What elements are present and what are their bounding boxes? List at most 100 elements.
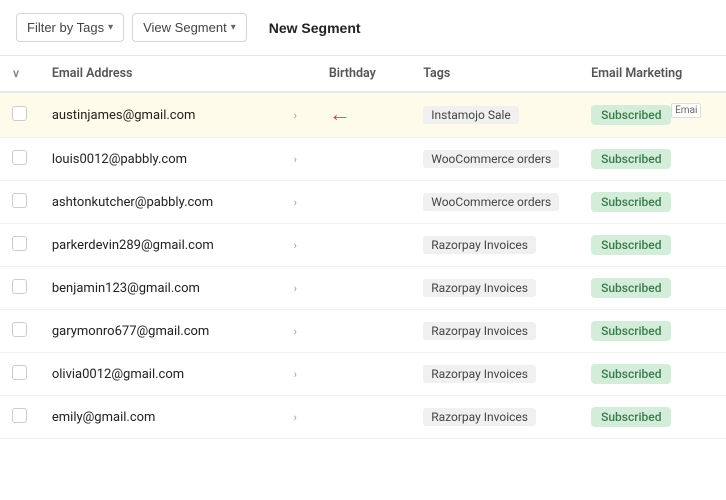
table-row: ashtonkutcher@pabbly.com› WooCommerce ord… (0, 181, 726, 224)
new-segment-label: New Segment (269, 20, 361, 36)
row-marketing: Subscribed (579, 396, 726, 439)
row-tags: Razorpay Invoices (411, 353, 579, 396)
row-checkbox[interactable] (12, 150, 27, 165)
row-birthday (317, 138, 411, 181)
tag-badge: Razorpay Invoices (423, 408, 536, 426)
table-header-row: ∨ Email Address Birthday Tags Email Mark… (0, 56, 726, 92)
header-birthday-label: Birthday (329, 66, 376, 81)
row-expand-chevron[interactable]: › (292, 310, 317, 353)
row-checkbox-cell (0, 267, 40, 310)
header-birthday[interactable]: Birthday (317, 56, 411, 92)
header-check: ∨ (0, 56, 40, 92)
header-marketing-label: Email Marketing (591, 66, 682, 81)
table-row: emily@gmail.com› Razorpay Invoices Subscri… (0, 396, 726, 439)
row-marketing: Subscribed (579, 138, 726, 181)
tag-badge: Razorpay Invoices (423, 236, 536, 254)
header-tags-label: Tags (423, 66, 450, 81)
row-email: emily@gmail.com (40, 396, 292, 439)
row-email: garymonro677@gmail.com (40, 310, 292, 353)
row-checkbox[interactable] (12, 279, 27, 294)
header-chevron-spacer (292, 56, 317, 92)
row-expand-chevron[interactable]: › (292, 267, 317, 310)
tag-badge: WooCommerce orders (423, 150, 559, 168)
tag-badge: Razorpay Invoices (423, 365, 536, 383)
table-row: parkerdevin289@gmail.com› Razorpay Invoic… (0, 224, 726, 267)
sort-icon: ∨ (12, 67, 20, 80)
row-checkbox[interactable] (12, 408, 27, 423)
table-row: olivia0012@gmail.com› Razorpay Invoices Su… (0, 353, 726, 396)
subscribed-badge: Subscribed (591, 364, 671, 384)
row-birthday (317, 396, 411, 439)
row-checkbox[interactable] (12, 322, 27, 337)
subscribed-badge: Subscribed (591, 321, 671, 341)
row-email: parkerdevin289@gmail.com (40, 224, 292, 267)
row-checkbox-cell (0, 224, 40, 267)
row-expand-chevron[interactable]: › (292, 138, 317, 181)
row-expand-chevron[interactable]: › (292, 396, 317, 439)
row-tags: WooCommerce orders (411, 181, 579, 224)
header-tags[interactable]: Tags (411, 56, 579, 92)
tag-badge: Razorpay Invoices (423, 279, 536, 297)
header-email-label: Email Address (52, 66, 133, 81)
row-checkbox[interactable] (12, 236, 27, 251)
subscribed-badge: Subscribed (591, 235, 671, 255)
tag-badge: WooCommerce orders (423, 193, 559, 211)
new-segment-button[interactable]: New Segment (255, 14, 375, 42)
subscribed-badge: Subscribed (591, 149, 671, 169)
row-tags: WooCommerce orders (411, 138, 579, 181)
row-checkbox-cell (0, 310, 40, 353)
row-email: ashtonkutcher@pabbly.com (40, 181, 292, 224)
row-marketing: Subscribed (579, 267, 726, 310)
row-tags: Razorpay Invoices (411, 396, 579, 439)
row-expand-chevron[interactable]: › (292, 353, 317, 396)
row-marketing: Subscribed (579, 310, 726, 353)
row-checkbox[interactable] (12, 193, 27, 208)
subscribed-badge: Subscribed (591, 278, 671, 298)
row-birthday (317, 181, 411, 224)
row-checkbox-cell (0, 181, 40, 224)
row-checkbox[interactable] (12, 365, 27, 380)
row-tags: Razorpay Invoices (411, 267, 579, 310)
subscribed-badge: Subscribed (591, 407, 671, 427)
tag-badge: Razorpay Invoices (423, 322, 536, 340)
row-checkbox-cell (0, 138, 40, 181)
view-segment-button[interactable]: View Segment ▾ (132, 13, 247, 42)
table-row: louis0012@pabbly.com› WooCommerce orders S… (0, 138, 726, 181)
row-expand-chevron[interactable]: › (292, 224, 317, 267)
table-row: austinjames@gmail.com›←Instamojo SaleSub… (0, 92, 726, 138)
row-birthday (317, 224, 411, 267)
view-segment-label: View Segment (143, 20, 227, 35)
table-body: austinjames@gmail.com›←Instamojo SaleSub… (0, 92, 726, 439)
row-birthday (317, 310, 411, 353)
tag-badge: Instamojo Sale (423, 106, 519, 124)
row-birthday: ← (317, 92, 411, 138)
table-container: ∨ Email Address Birthday Tags Email Mark… (0, 56, 726, 500)
header-email[interactable]: Email Address (40, 56, 292, 92)
filter-by-tags-button[interactable]: Filter by Tags ▾ (16, 13, 124, 42)
toolbar: Filter by Tags ▾ View Segment ▾ New Segm… (0, 0, 726, 56)
row-email: olivia0012@gmail.com (40, 353, 292, 396)
contacts-table: ∨ Email Address Birthday Tags Email Mark… (0, 56, 726, 439)
row-tags: Razorpay Invoices (411, 310, 579, 353)
row-marketing: Subscribed (579, 181, 726, 224)
subscribed-badge: Subscribed (591, 105, 671, 125)
row-checkbox[interactable] (12, 106, 27, 121)
row-checkbox-cell (0, 353, 40, 396)
row-birthday (317, 267, 411, 310)
filter-chevron-icon: ▾ (108, 22, 113, 33)
filter-by-tags-label: Filter by Tags (27, 20, 104, 35)
row-expand-chevron[interactable]: › (292, 92, 317, 138)
annotation-arrow: ← (329, 104, 351, 126)
email-tooltip: Emai (671, 103, 701, 118)
row-marketing: SubscribedEmai (579, 92, 726, 138)
header-marketing[interactable]: Email Marketing (579, 56, 726, 92)
row-marketing: Subscribed (579, 353, 726, 396)
row-expand-chevron[interactable]: › (292, 181, 317, 224)
view-chevron-icon: ▾ (231, 22, 236, 33)
row-checkbox-cell (0, 396, 40, 439)
row-email: benjamin123@gmail.com (40, 267, 292, 310)
row-tags: Instamojo Sale (411, 92, 579, 138)
table-row: benjamin123@gmail.com› Razorpay Invoices S… (0, 267, 726, 310)
row-email: louis0012@pabbly.com (40, 138, 292, 181)
subscribed-badge: Subscribed (591, 192, 671, 212)
